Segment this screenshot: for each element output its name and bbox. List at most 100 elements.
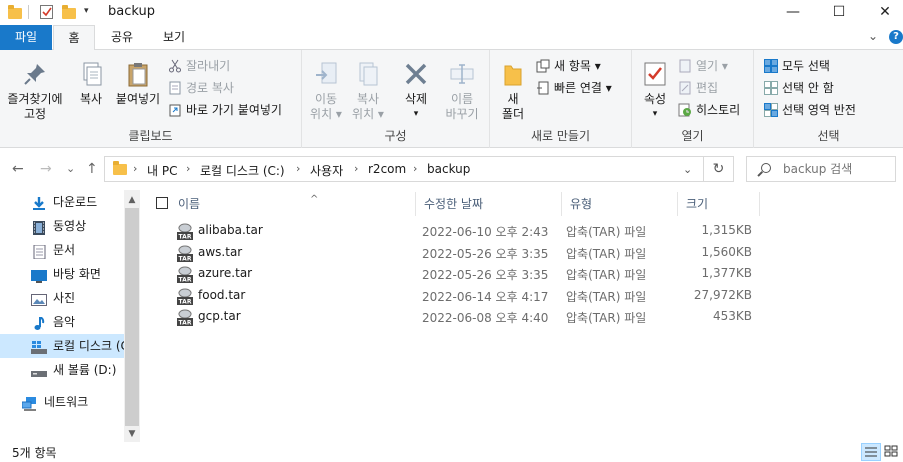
copy-path-button[interactable]: 경로 복사 xyxy=(168,78,234,98)
maximize-button[interactable]: ☐ xyxy=(816,0,862,25)
file-size: 1,377KB xyxy=(701,266,752,280)
expand-ribbon-icon[interactable]: ⌄ xyxy=(868,29,878,43)
scroll-up-button[interactable]: ▲ xyxy=(124,192,140,208)
file-row[interactable]: TAR alibaba.tar 2022-06-10 오후 2:43 압축(TAR) … xyxy=(142,221,902,242)
paste-button[interactable]: 붙여넣기 xyxy=(112,58,164,107)
customize-quick-access-icon[interactable]: ▾ xyxy=(84,6,98,22)
tab-file[interactable]: 파일 xyxy=(0,25,52,50)
select-all-icon xyxy=(764,59,778,73)
file-date: 2022-05-26 오후 3:35 xyxy=(422,268,549,282)
new-folder-button[interactable]: 새 폴더 xyxy=(496,58,530,122)
details-view-button[interactable] xyxy=(861,443,881,461)
svg-text:TAR: TAR xyxy=(179,234,192,241)
breadcrumb-local-disk[interactable]: 로컬 디스크 (C:) xyxy=(200,162,285,179)
file-size: 1,315KB xyxy=(701,223,752,237)
scroll-thumb[interactable] xyxy=(125,208,139,426)
breadcrumb-this-pc[interactable]: 내 PC xyxy=(147,162,177,179)
easy-access-button[interactable]: 빠른 연결 ▾ xyxy=(536,78,612,98)
select-all-button[interactable]: 모두 선택 xyxy=(764,56,830,76)
breadcrumb-r2com[interactable]: r2com xyxy=(368,162,406,176)
tab-view[interactable]: 보기 xyxy=(152,25,196,50)
new-item-icon xyxy=(536,59,550,73)
music-note-icon xyxy=(31,315,47,330)
nav-scrollbar[interactable]: ▲ ▼ xyxy=(124,190,140,442)
nav-item-music[interactable]: 음악 xyxy=(0,310,124,334)
file-row[interactable]: TAR azure.tar 2022-05-26 오후 3:35 압축(TAR) 파일… xyxy=(142,264,902,285)
tab-home[interactable]: 홈 xyxy=(53,25,95,51)
properties-quick-icon[interactable] xyxy=(40,4,54,20)
column-header-size[interactable]: 크기 xyxy=(678,192,760,216)
file-row[interactable]: TAR gcp.tar 2022-06-08 오후 4:40 압축(TAR) 파일 45… xyxy=(142,307,902,328)
file-date: 2022-06-08 오후 4:40 xyxy=(422,311,549,325)
properties-button[interactable]: 속성 ▾ xyxy=(636,58,674,122)
open-button[interactable]: 열기 ▾ xyxy=(678,56,728,76)
new-folder-quick-icon[interactable] xyxy=(62,4,76,20)
navigation-pane: 다운로드 동영상 문서 바탕 화면 사진 음악 로컬 디스크 (C:) 새 볼륨… xyxy=(0,190,140,442)
pin-to-quick-access-button[interactable]: 즐겨찾기에 고정 xyxy=(4,58,66,122)
copy-to-button[interactable]: 복사 위치 ▾ xyxy=(348,58,388,122)
group-open: 속성 ▾ 열기 ▾ 편집 히스토리 열기 xyxy=(632,50,754,148)
drive-icon xyxy=(31,363,47,377)
column-header-type[interactable]: 유형 xyxy=(562,192,678,216)
search-input[interactable] xyxy=(783,161,888,177)
copy-button[interactable]: 복사 xyxy=(72,58,110,107)
film-icon xyxy=(31,219,47,235)
rename-button[interactable]: 이름 바꾸기 xyxy=(440,58,484,122)
file-list: 이름 ^ 수정한 날짜 유형 크기 TAR alibaba.tar 2022-06-… xyxy=(142,190,903,442)
tab-share[interactable]: 공유 xyxy=(100,25,144,50)
invert-selection-button[interactable]: 선택 영역 반전 xyxy=(764,100,856,120)
nav-item-desktop[interactable]: 바탕 화면 xyxy=(0,262,124,286)
file-type: 압축(TAR) 파일 xyxy=(566,225,647,239)
refresh-button[interactable]: ↻ xyxy=(704,156,734,182)
paste-shortcut-icon xyxy=(168,103,182,117)
file-date: 2022-05-26 오후 3:35 xyxy=(422,246,549,261)
move-to-button[interactable]: 이동 위치 ▾ xyxy=(306,58,346,122)
recent-locations-button[interactable]: ⌄ xyxy=(66,162,75,175)
file-date: 2022-06-10 오후 2:43 xyxy=(422,225,549,239)
nav-item-videos[interactable]: 동영상 xyxy=(0,214,124,238)
svg-text:TAR: TAR xyxy=(179,320,192,327)
network-icon xyxy=(21,395,38,411)
edit-button[interactable]: 편집 xyxy=(678,78,718,98)
large-icons-view-button[interactable] xyxy=(882,443,902,461)
download-arrow-icon xyxy=(31,195,47,210)
breadcrumb-users[interactable]: 사용자 xyxy=(310,162,343,179)
new-item-button[interactable]: 새 항목 ▾ xyxy=(536,56,601,76)
search-box[interactable] xyxy=(746,156,896,182)
nav-item-local-disk-c[interactable]: 로컬 디스크 (C:) xyxy=(0,334,124,358)
help-icon[interactable]: ? xyxy=(889,30,903,44)
file-type: 압축(TAR) 파일 xyxy=(566,289,647,304)
group-clipboard: 즐겨찾기에 고정 복사 붙여넣기 잘라내기 경로 복사 바로 가기 붙여넣기 클… xyxy=(0,50,302,148)
minimize-button[interactable]: — xyxy=(770,0,816,25)
close-button[interactable]: ✕ xyxy=(862,0,903,25)
nav-item-pictures[interactable]: 사진 xyxy=(0,286,124,310)
select-all-checkbox[interactable] xyxy=(156,197,168,209)
address-bar[interactable]: › 내 PC › 로컬 디스크 (C:) › 사용자 › r2com › bac… xyxy=(104,156,704,182)
delete-button[interactable]: 삭제 ▾ xyxy=(398,58,434,122)
back-button[interactable]: ← xyxy=(12,161,24,177)
cut-button[interactable]: 잘라내기 xyxy=(168,56,230,76)
column-header-date[interactable]: 수정한 날짜 xyxy=(416,192,562,216)
column-header-name[interactable]: 이름 ^ xyxy=(170,192,416,216)
forward-button[interactable]: → xyxy=(40,161,52,177)
desktop-icon xyxy=(31,267,47,283)
scroll-down-button[interactable]: ▼ xyxy=(124,426,140,442)
paste-shortcut-button[interactable]: 바로 가기 붙여넣기 xyxy=(168,100,282,120)
file-row[interactable]: TAR aws.tar 2022-05-26 오후 3:35 압축(TAR) 파일 1,… xyxy=(142,243,902,264)
nav-item-network[interactable]: 네트워크 xyxy=(0,390,124,414)
new-folder-icon xyxy=(499,60,527,88)
select-none-button[interactable]: 선택 안 함 xyxy=(764,78,834,98)
history-button[interactable]: 히스토리 xyxy=(678,100,740,120)
breadcrumb-backup[interactable]: backup xyxy=(427,162,470,176)
address-dropdown-button[interactable]: ⌄ xyxy=(683,163,692,176)
file-name: gcp.tar xyxy=(198,309,241,323)
nav-item-volume-d[interactable]: 새 볼륨 (D:) xyxy=(0,358,124,382)
nav-item-downloads[interactable]: 다운로드 xyxy=(0,190,124,214)
file-row[interactable]: TAR food.tar 2022-06-14 오후 4:17 압축(TAR) 파일 2… xyxy=(142,286,902,307)
group-new: 새 폴더 새 항목 ▾ 빠른 연결 ▾ 새로 만들기 xyxy=(490,50,632,148)
scissors-icon xyxy=(168,59,182,73)
pin-icon xyxy=(21,60,49,88)
file-name: aws.tar xyxy=(198,244,243,259)
up-button[interactable]: ↑ xyxy=(86,161,98,177)
nav-item-documents[interactable]: 문서 xyxy=(0,238,124,262)
